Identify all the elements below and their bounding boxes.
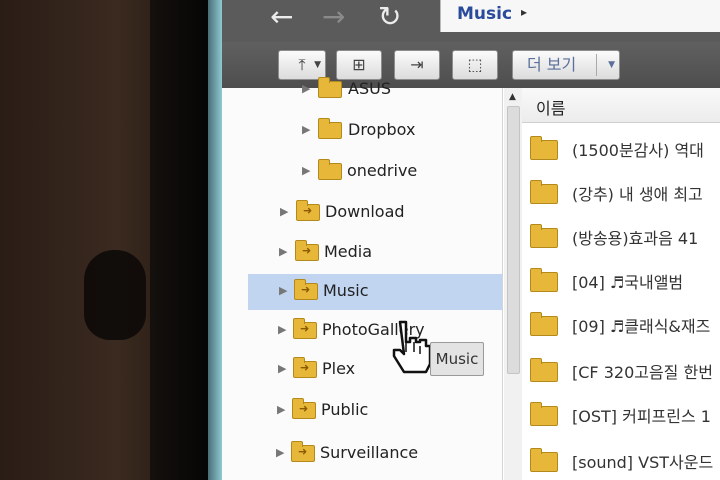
tree-item-label: Music bbox=[323, 281, 369, 300]
list-item-name: [OST] 커피프린스 1 bbox=[572, 407, 711, 426]
list-item-name: (1500분감사) 역대 bbox=[572, 141, 704, 160]
tree-item-label: Public bbox=[321, 400, 369, 419]
scroll-up-icon[interactable]: ▲ bbox=[509, 92, 516, 102]
list-item[interactable]: (방송용)효과음 41 bbox=[522, 216, 720, 256]
list-item[interactable]: [CF 320고음질 한번 bbox=[522, 350, 720, 390]
folder-icon bbox=[318, 118, 342, 139]
hand-pointer-icon bbox=[392, 320, 432, 374]
list-item-name: [09] ♬클래식&재즈 bbox=[572, 317, 711, 336]
expand-arrow-icon[interactable]: ▶ bbox=[302, 123, 310, 136]
navigation-bar: ← → ↻ Music ▸ bbox=[222, 0, 720, 42]
folder-icon bbox=[530, 268, 558, 292]
expand-arrow-icon[interactable]: ▶ bbox=[280, 205, 288, 218]
list-item[interactable]: [sound] VST사운드 bbox=[522, 440, 720, 480]
refresh-icon[interactable]: ↻ bbox=[378, 0, 401, 34]
expand-arrow-icon[interactable]: ▶ bbox=[278, 323, 286, 336]
folder-icon bbox=[530, 312, 558, 336]
tree-item-label: ASUS bbox=[348, 79, 391, 98]
list-item-name: [sound] VST사운드 bbox=[572, 453, 714, 472]
scroll-thumb[interactable] bbox=[507, 106, 520, 374]
folder-icon bbox=[530, 358, 558, 382]
tree-item-label: onedrive bbox=[347, 161, 418, 180]
button-divider bbox=[596, 54, 597, 76]
list-item[interactable]: [04] ♬국내앨범 bbox=[522, 260, 720, 300]
tree-item-label: Surveillance bbox=[320, 443, 419, 462]
tree-item-onedrive[interactable]: ▶ onedrive bbox=[222, 154, 492, 190]
shared-folder-icon bbox=[294, 279, 318, 300]
tree-item-dropbox[interactable]: ▶ Dropbox bbox=[222, 113, 492, 149]
tree-item-music[interactable]: ▶ Music bbox=[248, 274, 502, 310]
shared-folder-icon bbox=[296, 200, 320, 221]
shared-folder-icon bbox=[293, 318, 317, 339]
forward-arrow-icon[interactable]: → bbox=[322, 0, 345, 34]
list-item[interactable]: [OST] 커피프린스 1 bbox=[522, 394, 720, 434]
bezel-edge bbox=[150, 0, 210, 480]
tree-item-label: Plex bbox=[322, 359, 356, 378]
file-manager-window: ← → ↻ Music ▸ ⤒ ▼ ⊞ ⇥ ⬚ 더 보기 ▼ ▶ ASUS ▶ … bbox=[222, 0, 720, 480]
folder-icon bbox=[530, 136, 558, 160]
list-item[interactable]: (강추) 내 생애 최고 bbox=[522, 172, 720, 212]
column-header-label: 이름 bbox=[536, 99, 566, 118]
expand-arrow-icon[interactable]: ▶ bbox=[278, 362, 286, 375]
tree-item-label: Download bbox=[325, 202, 405, 221]
tree-item-asus[interactable]: ▶ ASUS bbox=[222, 72, 492, 108]
tree-item-public[interactable]: ▶ Public bbox=[222, 393, 492, 429]
shared-folder-icon bbox=[293, 357, 317, 378]
back-arrow-icon[interactable]: ← bbox=[270, 0, 293, 34]
list-item-name: [04] ♬국내앨범 bbox=[572, 273, 684, 292]
tree-item-label: Media bbox=[324, 242, 373, 261]
folder-icon bbox=[318, 159, 342, 180]
breadcrumb-chevron-icon[interactable]: ▸ bbox=[521, 5, 527, 19]
list-item[interactable]: (1500분감사) 역대 bbox=[522, 128, 720, 168]
list-item-name: [CF 320고음질 한번 bbox=[572, 363, 713, 382]
expand-arrow-icon[interactable]: ▶ bbox=[302, 82, 310, 95]
folder-icon bbox=[530, 224, 558, 248]
folder-tree: ▶ ASUS ▶ Dropbox ▶ onedrive ▶ Download ▶… bbox=[222, 77, 503, 480]
more-button[interactable]: 더 보기 ▼ bbox=[512, 50, 620, 80]
screen-edge-glow bbox=[208, 0, 222, 480]
list-item-name: (방송용)효과음 41 bbox=[572, 229, 699, 248]
tree-item-label: Dropbox bbox=[348, 120, 416, 139]
expand-arrow-icon[interactable]: ▶ bbox=[279, 245, 287, 258]
folder-icon bbox=[318, 77, 342, 98]
shared-folder-icon bbox=[292, 398, 316, 419]
breadcrumb-music[interactable]: Music bbox=[457, 4, 512, 24]
keyhole-shadow bbox=[84, 250, 146, 340]
file-list: 이름 (1500분감사) 역대 (강추) 내 생애 최고 (방송용)효과음 41… bbox=[522, 88, 720, 480]
path-bar[interactable]: Music ▸ bbox=[440, 0, 720, 32]
tree-item-surveillance[interactable]: ▶ Surveillance bbox=[222, 436, 492, 472]
list-item-name: (강추) 내 생애 최고 bbox=[572, 185, 703, 204]
expand-arrow-icon[interactable]: ▶ bbox=[302, 164, 310, 177]
folder-icon bbox=[530, 402, 558, 426]
tree-scrollbar[interactable]: ▲ bbox=[504, 88, 523, 480]
shared-folder-icon bbox=[291, 441, 315, 462]
more-label: 더 보기 bbox=[527, 55, 577, 74]
tree-item-media[interactable]: ▶ Media bbox=[222, 235, 492, 271]
drag-tooltip: Music bbox=[430, 342, 484, 376]
shared-folder-icon bbox=[295, 240, 319, 261]
chevron-down-icon: ▼ bbox=[608, 60, 615, 70]
expand-arrow-icon[interactable]: ▶ bbox=[277, 403, 285, 416]
folder-icon bbox=[530, 180, 558, 204]
tree-item-download[interactable]: ▶ Download bbox=[222, 195, 492, 231]
list-item[interactable]: [09] ♬클래식&재즈 bbox=[522, 304, 720, 344]
folder-icon bbox=[530, 448, 558, 472]
expand-arrow-icon[interactable]: ▶ bbox=[279, 284, 287, 297]
column-header-name[interactable]: 이름 bbox=[522, 88, 720, 123]
expand-arrow-icon[interactable]: ▶ bbox=[276, 446, 284, 459]
